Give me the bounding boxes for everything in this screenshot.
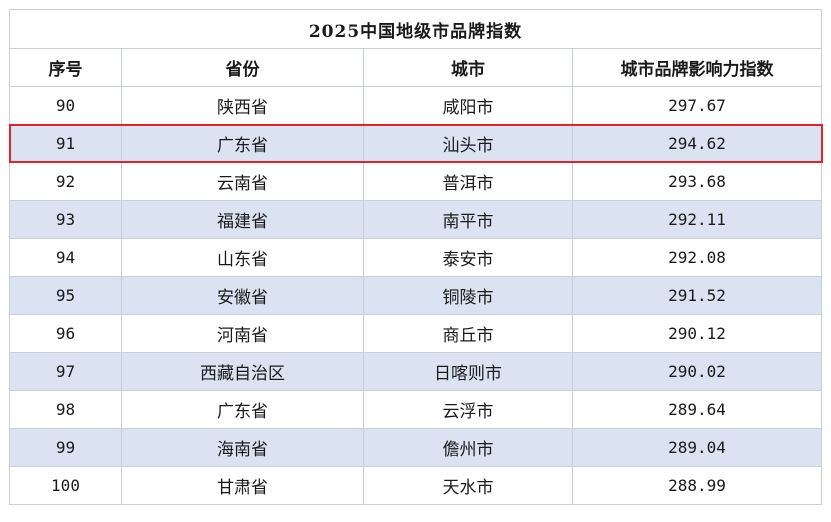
brand-index-table: 2025中国地级市品牌指数 序号 省份 城市 城市品牌影响力指数 90 陕西省 …	[8, 9, 823, 505]
cell-city: 泰安市	[363, 238, 573, 277]
cell-rank: 96	[9, 314, 122, 353]
cell-rank: 97	[9, 352, 122, 391]
cell-city: 铜陵市	[363, 276, 573, 315]
cell-index: 290.02	[571, 352, 823, 391]
table-row-highlighted: 91 广东省 汕头市 294.62	[9, 124, 823, 163]
cell-index: 290.12	[571, 314, 823, 353]
table-row: 90 陕西省 咸阳市 297.67	[9, 86, 823, 125]
cell-index: 292.08	[571, 238, 823, 277]
cell-rank: 94	[9, 238, 122, 277]
cell-rank: 91	[9, 124, 122, 163]
cell-province: 山东省	[121, 238, 364, 277]
cell-index: 292.11	[571, 200, 823, 239]
cell-city: 日喀则市	[363, 352, 573, 391]
cell-city: 汕头市	[363, 124, 573, 163]
cell-province: 陕西省	[121, 86, 364, 125]
cell-province: 甘肃省	[121, 466, 364, 505]
cell-index: 289.64	[571, 390, 823, 429]
header-province: 省份	[121, 48, 364, 87]
table-row: 99 海南省 儋州市 289.04	[9, 428, 823, 467]
cell-rank: 99	[9, 428, 122, 467]
table-row: 94 山东省 泰安市 292.08	[9, 238, 823, 277]
cell-rank: 90	[9, 86, 122, 125]
cell-index: 288.99	[571, 466, 823, 505]
cell-city: 儋州市	[363, 428, 573, 467]
cell-index: 293.68	[571, 162, 823, 201]
cell-rank: 100	[9, 466, 122, 505]
cell-province: 河南省	[121, 314, 364, 353]
cell-province: 西藏自治区	[121, 352, 364, 391]
cell-province: 海南省	[121, 428, 364, 467]
header-city: 城市	[363, 48, 573, 87]
cell-province: 广东省	[121, 124, 364, 163]
table-row: 97 西藏自治区 日喀则市 290.02	[9, 352, 823, 391]
cell-province: 安徽省	[121, 276, 364, 315]
cell-rank: 93	[9, 200, 122, 239]
table-row: 95 安徽省 铜陵市 291.52	[9, 276, 823, 315]
cell-city: 商丘市	[363, 314, 573, 353]
cell-city: 天水市	[363, 466, 573, 505]
cell-city: 咸阳市	[363, 86, 573, 125]
cell-city: 云浮市	[363, 390, 573, 429]
brand-index-table-container: 2025中国地级市品牌指数 序号 省份 城市 城市品牌影响力指数 90 陕西省 …	[8, 9, 823, 505]
header-index: 城市品牌影响力指数	[571, 48, 823, 87]
cell-index: 289.04	[571, 428, 823, 467]
cell-province: 福建省	[121, 200, 364, 239]
cell-province: 云南省	[121, 162, 364, 201]
cell-rank: 95	[9, 276, 122, 315]
table-row: 96 河南省 商丘市 290.12	[9, 314, 823, 353]
table-header-row: 序号 省份 城市 城市品牌影响力指数	[9, 48, 823, 87]
cell-index: 294.62	[571, 124, 823, 163]
table-row: 100 甘肃省 天水市 288.99	[9, 466, 823, 505]
table-title: 2025中国地级市品牌指数	[8, 9, 823, 49]
header-rank: 序号	[9, 48, 122, 87]
cell-index: 291.52	[571, 276, 823, 315]
cell-index: 297.67	[571, 86, 823, 125]
table-row: 98 广东省 云浮市 289.64	[9, 390, 823, 429]
cell-rank: 98	[9, 390, 122, 429]
table-row: 92 云南省 普洱市 293.68	[9, 162, 823, 201]
cell-city: 普洱市	[363, 162, 573, 201]
cell-rank: 92	[9, 162, 122, 201]
table-row: 93 福建省 南平市 292.11	[9, 200, 823, 239]
cell-city: 南平市	[363, 200, 573, 239]
cell-province: 广东省	[121, 390, 364, 429]
